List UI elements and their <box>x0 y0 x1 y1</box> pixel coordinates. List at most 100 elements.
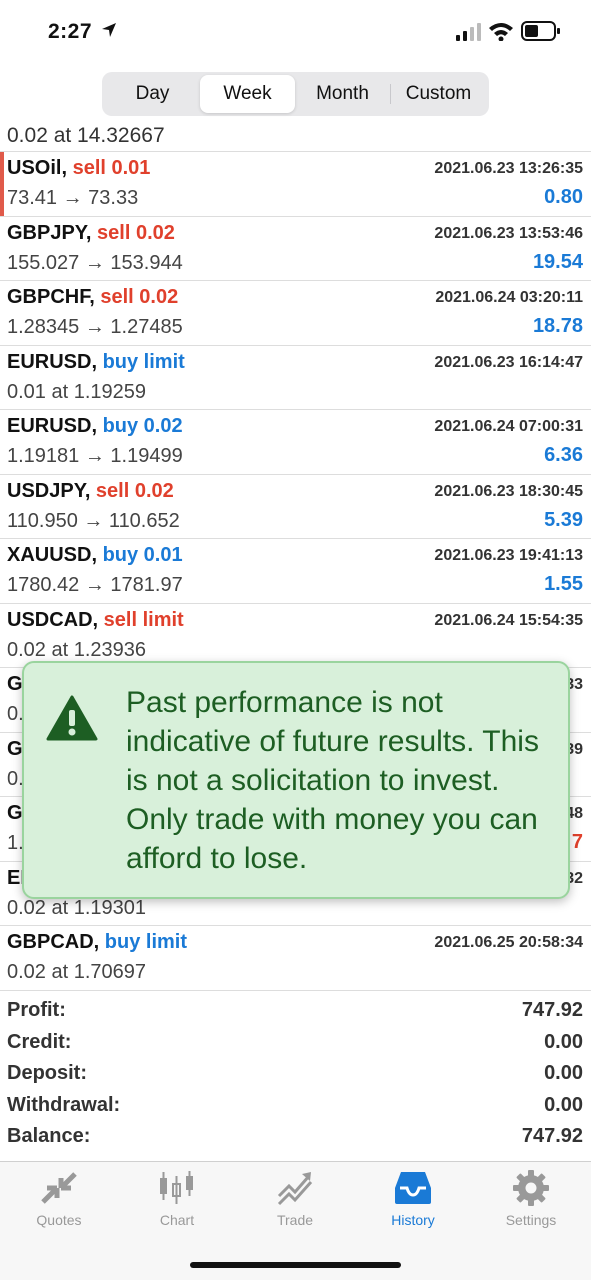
order-symbol: USDJPY, sell 0.02 <box>7 480 174 503</box>
account-summary: Profit: 747.92 Credit: 0.00 Deposit: 0.00 With… <box>0 996 591 1154</box>
list-item[interactable]: EURUSD, buy limit 0.01 at 1.19259 2021.06.… <box>0 346 591 410</box>
battery-icon <box>521 21 560 41</box>
symbol-name: EURUSD, <box>7 415 98 437</box>
list-item[interactable]: GBPJPY, sell 0.02 155.027 → 153.944 2021.0… <box>0 217 591 281</box>
order-profit: 6.36 <box>544 444 583 466</box>
tab-quotes[interactable]: Quotes <box>0 1170 118 1240</box>
symbol-name: USOil, <box>7 157 68 179</box>
order-symbol: GBPCAD, buy limit <box>7 931 187 954</box>
history-icon <box>395 1172 431 1204</box>
order-datetime: 2021.06.23 13:26:35 <box>434 160 583 177</box>
order-prices: 1780.42 → 1781.97 <box>7 574 183 596</box>
symbol-name: EURUSD, <box>7 350 98 373</box>
list-item[interactable]: XAUUSD, buy 0.01 1780.42 → 1781.97 2021.06… <box>0 539 591 604</box>
order-action: buy limit <box>99 931 188 953</box>
summary-value: 747.92 <box>521 999 583 1021</box>
summary-row: Deposit: 0.00 <box>0 1059 591 1091</box>
list-item[interactable]: GBPCHF, sell 0.02 1.28345 → 1.27485 2021.0… <box>0 281 591 346</box>
order-symbol: EURUSD, buy limit <box>7 351 185 374</box>
segment-custom[interactable]: Custom <box>391 75 486 113</box>
order-prices: 155.027 → 153.944 <box>7 251 183 274</box>
list-item[interactable]: USDJPY, sell 0.02 110.950 → 110.652 2021.0… <box>0 475 591 539</box>
summary-label: Balance: <box>7 1125 91 1147</box>
summary-label: Withdrawal: <box>7 1093 121 1116</box>
wifi-icon <box>489 23 513 41</box>
order-datetime: 2021.06.24 03:20:11 <box>435 289 583 306</box>
order-datetime: 2021.06.25 20:58:34 <box>434 934 583 951</box>
tab-trade[interactable]: Trade <box>236 1170 354 1240</box>
tab-label-history: History <box>391 1212 435 1228</box>
symbol-name: GBPCHF, <box>7 286 95 308</box>
order-prices: 0.02 at 1.19301 <box>7 896 147 919</box>
order-datetime: 2021.06.23 16:14:47 <box>434 353 583 371</box>
symbol-name: USDJPY, <box>7 479 91 502</box>
order-action: sell 0.02 <box>94 286 179 308</box>
segment-day[interactable]: Day <box>105 75 200 113</box>
warning-icon <box>46 695 98 741</box>
tab-label-settings: Settings <box>505 1212 557 1228</box>
order-datetime: 2021.06.24 07:00:31 <box>434 418 583 435</box>
order-action: sell limit <box>98 608 184 631</box>
order-datetime: 2021.06.24 15:54:35 <box>434 611 583 629</box>
summary-value: 0.00 <box>544 1062 583 1084</box>
order-action: sell 0.02 <box>91 221 175 244</box>
order-prices: 0.02 at 1.23936 <box>7 638 147 661</box>
summary-label: Credit: <box>7 1030 72 1053</box>
tab-settings[interactable]: Settings <box>472 1170 590 1240</box>
order-profit: 19.54 <box>532 250 583 273</box>
risk-warning-notice: Past performance is not indicative of fu… <box>22 661 570 899</box>
order-action: sell 0.02 <box>90 479 174 502</box>
order-action: buy limit <box>97 350 185 373</box>
order-symbol: XAUUSD, buy 0.01 <box>7 544 183 567</box>
summary-row: Profit: 747.92 <box>0 996 591 1028</box>
summary-row: Credit: 0.00 <box>0 1028 591 1060</box>
order-action: sell 0.01 <box>67 157 151 179</box>
trade-icon <box>277 1172 313 1206</box>
list-item[interactable]: USOil, sell 0.01 73.41 → 73.33 2021.06.23 … <box>0 152 591 217</box>
order-profit: 1.55 <box>544 573 583 595</box>
settings-icon <box>513 1170 549 1206</box>
cellular-signal-icon <box>456 23 481 41</box>
order-symbol: GBPJPY, sell 0.02 <box>7 222 175 245</box>
summary-value: 747.92 <box>521 1125 583 1147</box>
order-action: buy 0.01 <box>97 544 183 566</box>
chart-icon <box>160 1171 193 1204</box>
tab-label-quotes: Quotes <box>36 1212 82 1228</box>
summary-row: Balance: 747.92 <box>0 1122 591 1154</box>
order-prices: 1.19181 → 1.19499 <box>7 445 183 467</box>
summary-value: 0.00 <box>544 1030 583 1053</box>
tab-label-chart: Chart <box>159 1212 195 1228</box>
summary-value: 0.00 <box>544 1093 583 1116</box>
order-profit: 7 <box>571 831 583 853</box>
list-item[interactable]: GBPCAD, buy limit 0.02 at 1.70697 2021.06.… <box>0 926 591 991</box>
order-datetime: 2021.06.23 18:30:45 <box>434 482 583 500</box>
tab-history[interactable]: History <box>354 1170 472 1240</box>
status-time: 2:27 <box>48 20 93 43</box>
summary-label: Deposit: <box>7 1062 87 1084</box>
order-profit: 0.80 <box>544 186 583 208</box>
quotes-icon <box>41 1172 77 1204</box>
order-prices: 73.41 → 73.33 <box>7 187 139 209</box>
period-segmented-control: Day Week Month Custom <box>102 72 489 116</box>
home-indicator <box>190 1262 401 1268</box>
list-item-partial[interactable]: 0.02 at 14.32667 <box>0 122 591 152</box>
segment-month[interactable]: Month <box>295 75 390 113</box>
order-datetime: 2021.06.23 13:53:46 <box>434 224 583 242</box>
status-bar: 2:27 <box>0 0 591 64</box>
order-datetime: 2021.06.23 19:41:13 <box>434 547 583 564</box>
list-item[interactable]: USDCAD, sell limit 0.02 at 1.23936 2021.06… <box>0 604 591 668</box>
list-item[interactable]: EURUSD, buy 0.02 1.19181 → 1.19499 2021.06… <box>0 410 591 475</box>
risk-warning-text: Past performance is not indicative of fu… <box>126 686 539 875</box>
symbol-name: USDCAD, <box>7 608 99 631</box>
location-arrow-icon <box>102 23 116 37</box>
order-prices: 0.01 at 1.19259 <box>7 380 147 403</box>
symbol-name: XAUUSD, <box>7 544 98 566</box>
segment-week[interactable]: Week <box>200 75 295 113</box>
order-symbol: GBPCHF, sell 0.02 <box>7 286 178 309</box>
order-profit: 5.39 <box>544 508 583 531</box>
order-action: buy 0.02 <box>97 415 183 437</box>
order-symbol: USDCAD, sell limit <box>7 609 184 632</box>
tab-chart[interactable]: Chart <box>118 1170 236 1240</box>
summary-row: Withdrawal: 0.00 <box>0 1091 591 1123</box>
order-prices: 1.28345 → 1.27485 <box>7 316 183 338</box>
